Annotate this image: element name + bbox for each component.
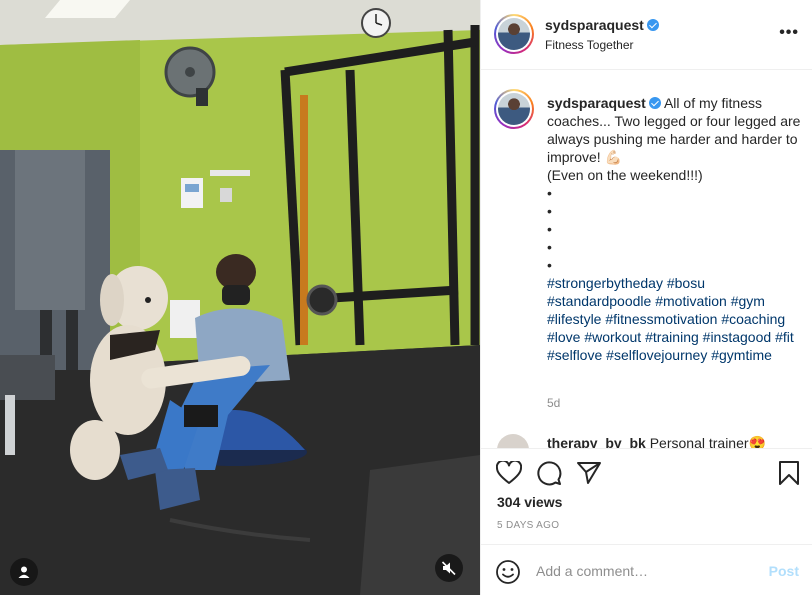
comment-text: Personal trainer😍 — [649, 435, 766, 448]
caption-username-link[interactable]: sydsparaquest — [547, 95, 646, 111]
caption-bullet: • — [547, 203, 552, 219]
more-options-button[interactable]: ••• — [779, 24, 799, 42]
like-button[interactable] — [495, 459, 523, 487]
share-button[interactable] — [575, 459, 603, 487]
heart-icon — [496, 461, 522, 484]
hashtag-link[interactable]: #instagood — [703, 329, 772, 345]
hashtag-link[interactable]: #gym — [731, 293, 765, 309]
hashtag-link[interactable]: #training — [645, 329, 699, 345]
hashtag-link[interactable]: #fitnessmotivation — [605, 311, 717, 327]
author-username-link[interactable]: sydsparaquest — [545, 17, 644, 33]
location-link[interactable]: Fitness Together — [545, 38, 634, 52]
save-button[interactable] — [775, 459, 803, 487]
post-timestamp: 5 DAYS AGO — [497, 520, 560, 531]
caption-bullet: • — [547, 185, 552, 201]
caption: sydsparaquest All of my fitness coaches.… — [547, 94, 805, 364]
user-tag-button[interactable] — [10, 558, 38, 586]
comments-section[interactable]: sydsparaquest All of my fitness coaches.… — [481, 71, 812, 448]
caption-timestamp[interactable]: 5d — [547, 396, 560, 410]
comment: therapy_by_bk Personal trainer😍 — [547, 435, 766, 448]
verified-badge-icon — [646, 19, 659, 31]
post-details-panel: sydsparaquest Fitness Together ••• sydsp… — [480, 0, 812, 595]
hashtag-link[interactable]: #selflovejourney — [606, 347, 707, 363]
gym-scene-video-frame — [0, 0, 480, 595]
post-video[interactable] — [0, 0, 480, 595]
hashtag-list: #strongerbytheday #bosu #standardpoodle … — [547, 275, 794, 363]
hashtag-link[interactable]: #workout — [584, 329, 641, 345]
author-avatar[interactable] — [494, 14, 534, 54]
bookmark-icon — [779, 461, 799, 485]
caption-bullet: • — [547, 257, 552, 273]
hashtag-link[interactable]: #motivation — [655, 293, 727, 309]
hashtag-link[interactable]: #coaching — [721, 311, 785, 327]
caption-bullet: • — [547, 239, 552, 255]
post-header: sydsparaquest Fitness Together ••• — [481, 0, 812, 70]
hashtag-link[interactable]: #fit — [775, 329, 794, 345]
caption-author-avatar[interactable] — [494, 89, 534, 129]
caption-text-line2: (Even on the weekend!!!) — [547, 167, 703, 183]
hashtag-link[interactable]: #gymtime — [711, 347, 772, 363]
comment-composer: Post — [481, 544, 812, 595]
hashtag-link[interactable]: #strongerbytheday — [547, 275, 663, 291]
emoji-button[interactable] — [495, 559, 521, 585]
hashtag-link[interactable]: #lifestyle — [547, 311, 601, 327]
verified-badge-icon — [648, 97, 661, 109]
mute-toggle-button[interactable] — [435, 554, 463, 582]
caption-bullet: • — [547, 221, 552, 237]
paper-plane-icon — [577, 462, 601, 484]
comment-button[interactable] — [535, 459, 563, 487]
view-count[interactable]: 304 views — [497, 494, 562, 510]
speaker-muted-icon — [441, 561, 456, 576]
hashtag-link[interactable]: #bosu — [667, 275, 705, 291]
hashtag-link[interactable]: #selflove — [547, 347, 602, 363]
author-username-row: sydsparaquest — [545, 17, 659, 33]
post-actions: 304 views 5 DAYS AGO — [481, 448, 812, 544]
smiley-icon — [496, 560, 520, 584]
post-comment-button[interactable]: Post — [769, 563, 799, 579]
commenter-avatar[interactable] — [497, 434, 529, 448]
comment-bubble-icon — [537, 461, 562, 486]
user-tag-icon — [18, 566, 30, 578]
comment-input[interactable] — [536, 558, 756, 584]
hashtag-link[interactable]: #love — [547, 329, 580, 345]
comment-username-link[interactable]: therapy_by_bk — [547, 435, 646, 448]
hashtag-link[interactable]: #standardpoodle — [547, 293, 651, 309]
